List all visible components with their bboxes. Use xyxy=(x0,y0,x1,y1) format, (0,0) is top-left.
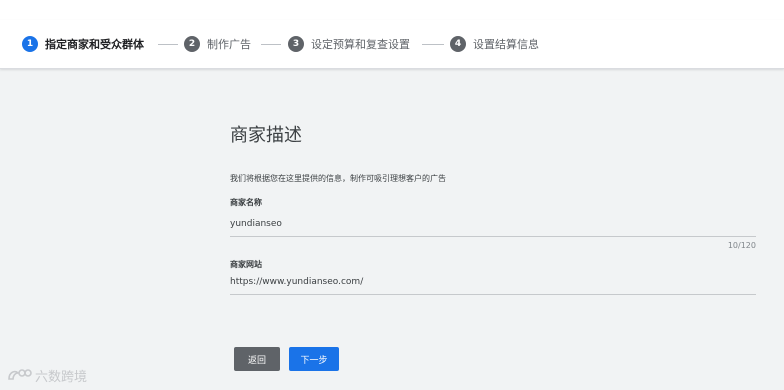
step-2[interactable]: 2 制作广告 xyxy=(184,34,251,54)
progress-stepper: 1 指定商家和受众群体 2 制作广告 3 设定预算和复查设置 4 设置结算信息 xyxy=(0,20,784,69)
step-1-number: 1 xyxy=(22,36,38,52)
business-description-card: 商家描述 我们将根据您在这里提供的信息，制作可吸引理想客户的广告 商家名称 yu… xyxy=(230,69,758,390)
next-button[interactable]: 下一步 xyxy=(289,347,339,371)
step-connector xyxy=(158,44,178,45)
step-3-label: 设定预算和复查设置 xyxy=(311,38,410,51)
top-margin xyxy=(0,0,784,20)
watermark: 六数跨境 xyxy=(6,365,87,385)
form-description: 我们将根据您在这里提供的信息，制作可吸引理想客户的广告 xyxy=(230,174,446,183)
step-1-label: 指定商家和受众群体 xyxy=(45,38,144,51)
step-1[interactable]: 1 指定商家和受众群体 xyxy=(22,34,144,54)
step-2-number: 2 xyxy=(184,36,200,52)
step-3[interactable]: 3 设定预算和复查设置 xyxy=(288,34,410,54)
business-name-char-counter: 10/120 xyxy=(727,241,756,250)
step-connector xyxy=(422,44,444,45)
watermark-text: 六数跨境 xyxy=(35,369,88,385)
watermark-logo-icon xyxy=(8,369,32,380)
business-name-label: 商家名称 xyxy=(230,198,262,207)
step-4-label: 设置结算信息 xyxy=(473,38,539,51)
step-4-number: 4 xyxy=(450,36,466,52)
step-2-label: 制作广告 xyxy=(207,38,251,51)
back-button[interactable]: 返回 xyxy=(234,347,280,371)
business-name-input[interactable]: yundianseo xyxy=(230,219,282,229)
step-4[interactable]: 4 设置结算信息 xyxy=(450,34,539,54)
step-3-number: 3 xyxy=(288,36,304,52)
business-website-input[interactable]: https://www.yundianseo.com/ xyxy=(230,277,363,287)
business-website-underline xyxy=(230,294,756,295)
step-connector xyxy=(261,44,281,45)
business-name-underline xyxy=(230,236,756,237)
page-title: 商家描述 xyxy=(230,125,302,146)
business-website-label: 商家网站 xyxy=(230,260,262,269)
